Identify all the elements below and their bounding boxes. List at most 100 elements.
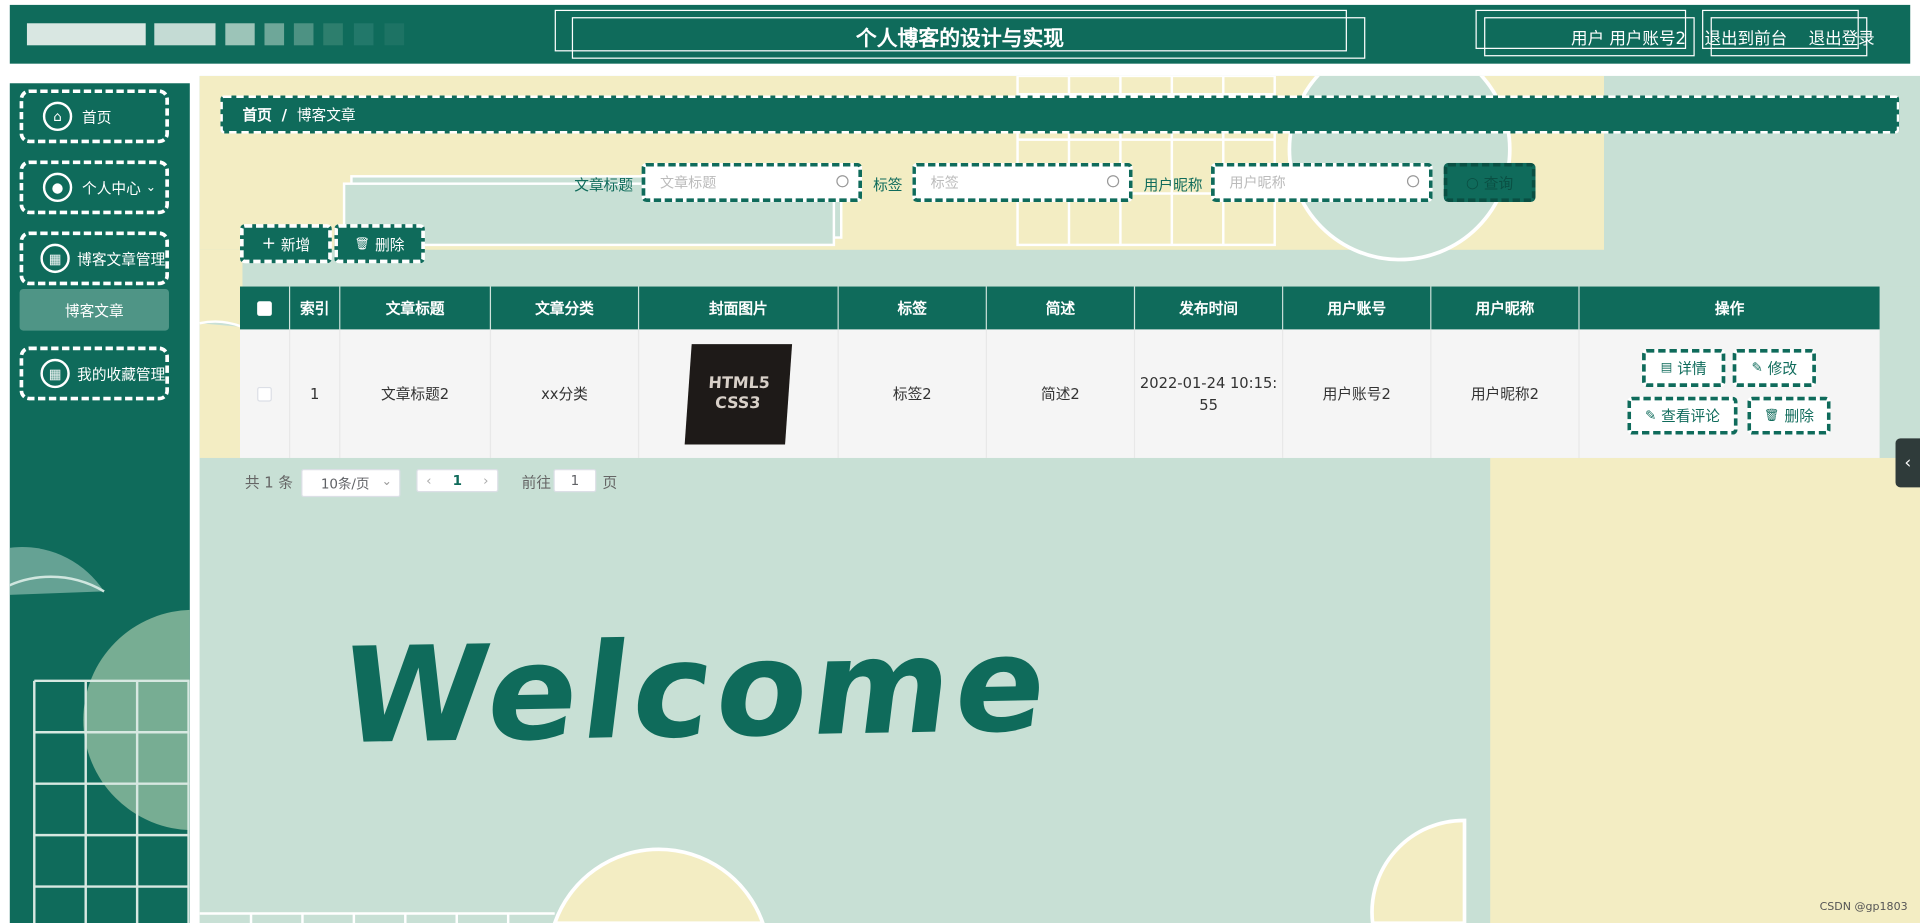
sidebar-item-label: 首页 (82, 108, 112, 126)
view-comments-button[interactable]: ✎ 查看评论 (1627, 396, 1738, 435)
articles-table: 索引 文章标题 文章分类 封面图片 标签 简述 发布时间 用户账号 用户昵称 操… (240, 286, 1880, 458)
column-header[interactable]: 发布时间 (1135, 286, 1284, 330)
chevron-left-icon: ‹ (1904, 453, 1912, 473)
next-page-icon[interactable]: › (483, 473, 488, 489)
sidebar-item-label: 我的收藏管理 (77, 365, 166, 383)
select-all-header (240, 286, 291, 330)
bulk-delete-button-label: 删除 (375, 235, 405, 253)
pager: ‹ 1 › (416, 468, 499, 493)
column-header[interactable]: 索引 (290, 286, 341, 330)
column-header[interactable]: 标签 (838, 286, 987, 330)
top-header-bar: 个人博客的设计与实现 用户 用户账号2 退出到前台 退出登录 (9, 4, 1911, 64)
current-page[interactable]: 1 (453, 473, 462, 489)
breadcrumb: 首页 / 博客文章 (220, 95, 1900, 134)
tag-search-label: 标签 (873, 176, 903, 194)
prev-page-icon[interactable]: ‹ (426, 473, 431, 489)
add-button-label: 新增 (280, 235, 311, 253)
sidebar-item-personal-center[interactable]: ● 个人中心 ⌄ (19, 160, 169, 215)
document-icon: ▤ (1660, 361, 1673, 375)
column-header[interactable]: 文章分类 (491, 286, 640, 330)
tag-search-input[interactable]: 标签 (912, 162, 1133, 203)
nickname-search-input[interactable]: 用户昵称 (1211, 162, 1433, 203)
bulk-delete-button[interactable]: 🗑 删除 (334, 224, 425, 264)
detail-button-label: 详情 (1677, 360, 1707, 378)
tag-search-placeholder: 标签 (930, 173, 959, 192)
cover-text: HTML5 (707, 374, 771, 393)
query-button-label: 查询 (1483, 174, 1514, 192)
plus-icon: + (261, 233, 276, 254)
goto-page-value: 1 (570, 472, 580, 489)
background-decoration (199, 75, 1920, 923)
detail-button[interactable]: ▤ 详情 (1642, 348, 1726, 387)
goto-page-input[interactable]: 1 (553, 468, 597, 493)
trash-icon: 🗑 (354, 236, 371, 251)
grid-icon: ▦ (40, 243, 70, 274)
main-content: 首页 / 博客文章 文章标题 文章标题 标签 标签 用户昵称 用户昵称 ○ 查询… (199, 75, 1920, 923)
cover-cell: HTML5 CSS3 (639, 329, 839, 458)
welcome-banner: Welcome (332, 608, 1061, 774)
home-icon: ⌂ (42, 101, 73, 132)
query-button[interactable]: ○ 查询 (1443, 162, 1536, 203)
tag-cell: 标签2 (839, 329, 987, 458)
title-search-input[interactable]: 文章标题 (641, 162, 863, 203)
breadcrumb-home[interactable]: 首页 (242, 104, 271, 125)
goto-label: 前往 (521, 473, 552, 492)
column-header[interactable]: 用户账号 (1283, 286, 1432, 330)
title-search-label: 文章标题 (574, 176, 634, 194)
sidebar: ⌂ 首页 ● 个人中心 ⌄ ▦ 博客文章管理 博客文章 ▦ 我的收藏管理 (9, 83, 190, 923)
select-all-checkbox[interactable] (257, 300, 272, 316)
logout-link[interactable]: 退出登录 (1809, 24, 1875, 49)
summary-cell: 简述2 (987, 329, 1136, 458)
sidebar-item-home[interactable]: ⌂ 首页 (19, 89, 169, 144)
search-icon: ○ (1466, 173, 1479, 192)
collapse-panel-toggle[interactable]: ‹ (1895, 438, 1920, 488)
category-cell: xx分类 (491, 329, 640, 458)
operations-cell (1580, 329, 1880, 458)
pencil-icon: ✎ (1751, 360, 1763, 376)
row-checkbox[interactable] (257, 386, 272, 402)
index-cell: 1 (290, 329, 341, 458)
nickname-search-label: 用户昵称 (1143, 176, 1203, 194)
publish-time-line: 2022-01-24 10:15: (1139, 374, 1278, 392)
publish-time-line: 55 (1199, 396, 1218, 414)
watermark: CSDN @gp1803 (1819, 901, 1908, 914)
user-icon: ● (42, 172, 73, 203)
sidebar-item-label: 博客文章管理 (77, 250, 166, 268)
column-header[interactable]: 简述 (986, 286, 1136, 330)
account-cell: 用户账号2 (1283, 329, 1432, 458)
column-header[interactable]: 文章标题 (340, 286, 492, 330)
page-suffix: 页 (602, 473, 618, 492)
sidebar-item-favorites-management[interactable]: ▦ 我的收藏管理 (19, 346, 169, 401)
column-header[interactable]: 用户昵称 (1431, 286, 1580, 330)
delete-row-button-label: 删除 (1784, 407, 1814, 425)
column-header: 操作 (1579, 286, 1880, 330)
pencil-icon: ✎ (1644, 407, 1657, 424)
sidebar-item-label: 个人中心 (82, 179, 141, 197)
grid-icon: ▦ (40, 358, 70, 389)
pagination-total: 共 1 条 (244, 473, 293, 492)
search-icon (1406, 175, 1420, 188)
sidebar-subitem-blog-articles[interactable]: 博客文章 (19, 288, 169, 331)
search-icon (1106, 175, 1120, 188)
sidebar-item-blog-management[interactable]: ▦ 博客文章管理 (19, 231, 169, 286)
trash-icon: 🗑 (1764, 408, 1780, 423)
add-button[interactable]: + 新增 (240, 224, 332, 264)
cover-image[interactable]: HTML5 CSS3 (684, 343, 793, 444)
search-icon (836, 175, 849, 188)
nickname-cell: 用户昵称2 (1431, 329, 1580, 458)
column-header[interactable]: 封面图片 (639, 286, 839, 330)
user-account-label: 用户 用户账号2 (1571, 29, 1687, 49)
edit-button-label: 修改 (1767, 360, 1798, 378)
delete-row-button[interactable]: 🗑 删除 (1747, 396, 1831, 435)
exit-to-front-link[interactable]: 退出到前台 (1705, 24, 1788, 49)
chevron-down-icon: ⌄ (381, 475, 392, 489)
title-cell: 文章标题2 (340, 329, 492, 458)
page-size-select[interactable]: 10条/页 ⌄ (301, 468, 401, 498)
chevron-down-icon: ⌄ (145, 180, 157, 195)
publish-time-cell: 2022-01-24 10:15: 55 (1135, 329, 1284, 458)
view-comments-button-label: 查看评论 (1661, 407, 1720, 425)
page-size-value: 10条/页 (320, 475, 370, 492)
edit-button[interactable]: ✎ 修改 (1732, 348, 1816, 387)
title-search-placeholder: 文章标题 (660, 173, 717, 192)
breadcrumb-current: 博客文章 (296, 106, 356, 124)
